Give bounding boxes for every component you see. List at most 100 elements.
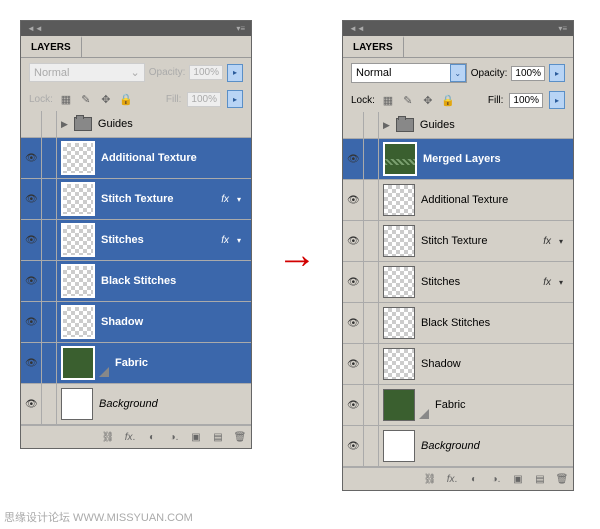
expand-icon[interactable]: ▶ — [61, 119, 68, 130]
fill-flyout[interactable]: ▸ — [227, 90, 243, 108]
layer-thumbnail[interactable] — [383, 389, 415, 421]
lock-transparency-icon[interactable]: ▦ — [381, 93, 395, 107]
layer-name[interactable]: Stitch Texture — [421, 235, 537, 247]
visibility-toggle[interactable] — [343, 180, 364, 220]
delete-layer-icon[interactable]: 🗑 — [555, 472, 569, 486]
layer-row[interactable]: Stitchesfx▾ — [343, 262, 573, 303]
visibility-toggle[interactable] — [21, 302, 42, 342]
layer-name[interactable]: Fabric — [115, 357, 247, 369]
panel-header[interactable]: ◄◄ ▾≡ — [343, 21, 573, 36]
layer-thumbnail[interactable] — [61, 388, 93, 420]
visibility-toggle[interactable] — [343, 344, 364, 384]
visibility-toggle[interactable] — [343, 262, 364, 302]
expand-icon[interactable]: ▶ — [383, 120, 390, 131]
layer-name[interactable]: Shadow — [101, 316, 247, 328]
layer-row[interactable]: Stitch Texturefx▾ — [343, 221, 573, 262]
layer-row[interactable]: Stitch Texturefx▾ — [21, 179, 251, 220]
panel-menu-icon[interactable]: ▾≡ — [236, 24, 245, 33]
opacity-value[interactable]: 100% — [511, 66, 545, 81]
layer-thumbnail[interactable] — [61, 305, 95, 339]
visibility-toggle[interactable] — [343, 221, 364, 261]
guides-group[interactable]: ▶Guides — [21, 111, 251, 138]
layer-thumbnail[interactable] — [383, 225, 415, 257]
new-group-icon[interactable]: ▣ — [189, 430, 203, 444]
layer-name[interactable]: Shadow — [421, 358, 569, 370]
visibility-toggle[interactable] — [21, 179, 42, 219]
layer-row[interactable]: Shadow — [343, 344, 573, 385]
layer-thumbnail[interactable] — [61, 264, 95, 298]
layer-row[interactable]: Additional Texture — [21, 138, 251, 179]
layer-thumbnail[interactable] — [383, 307, 415, 339]
layer-name[interactable]: Stitch Texture — [101, 193, 215, 205]
new-layer-icon[interactable]: ▤ — [211, 430, 225, 444]
visibility-toggle[interactable] — [21, 220, 42, 260]
tab-layers[interactable]: LAYERS — [21, 36, 82, 57]
opacity-flyout[interactable]: ▸ — [227, 64, 243, 82]
layer-name[interactable]: Merged Layers — [423, 153, 569, 165]
fill-flyout[interactable]: ▸ — [549, 91, 565, 109]
lock-pixels-icon[interactable]: ✎ — [79, 92, 93, 106]
layer-thumbnail[interactable] — [61, 182, 95, 216]
layer-row[interactable]: Shadow — [21, 302, 251, 343]
layer-name[interactable]: Stitches — [421, 276, 537, 288]
layer-mask-icon[interactable]: ◐ — [467, 472, 481, 486]
blend-mode-select[interactable]: Normal⌄ — [351, 63, 467, 83]
layer-name[interactable]: Fabric — [435, 399, 569, 411]
lock-transparency-icon[interactable]: ▦ — [59, 92, 73, 106]
panel-menu-icon[interactable]: ▾≡ — [558, 24, 567, 33]
collapse-icon[interactable]: ◄◄ — [27, 24, 43, 33]
lock-all-icon[interactable]: 🔒 — [119, 92, 133, 106]
layer-name[interactable]: Additional Texture — [101, 152, 247, 164]
layer-thumbnail[interactable] — [61, 141, 95, 175]
layer-name[interactable]: Black Stitches — [421, 317, 569, 329]
layer-thumbnail[interactable] — [61, 223, 95, 257]
layer-name[interactable]: Background — [421, 440, 569, 452]
visibility-toggle[interactable] — [21, 343, 42, 383]
fx-expand-icon[interactable]: ▾ — [559, 237, 569, 246]
layer-name[interactable]: Stitches — [101, 234, 215, 246]
layer-row[interactable]: Background — [343, 426, 573, 467]
layer-thumbnail[interactable] — [383, 266, 415, 298]
layer-row[interactable]: Fabric — [343, 385, 573, 426]
new-group-icon[interactable]: ▣ — [511, 472, 525, 486]
visibility-toggle[interactable] — [343, 385, 364, 425]
visibility-toggle[interactable] — [21, 261, 42, 301]
layer-thumbnail[interactable] — [383, 348, 415, 380]
layer-row[interactable]: Background — [21, 384, 251, 425]
lock-pixels-icon[interactable]: ✎ — [401, 93, 415, 107]
layer-row[interactable]: Stitchesfx▾ — [21, 220, 251, 261]
layer-row[interactable]: Black Stitches — [21, 261, 251, 302]
layer-style-icon[interactable]: fx. — [445, 472, 459, 486]
tab-layers[interactable]: LAYERS — [343, 36, 404, 57]
layer-row[interactable]: Fabric — [21, 343, 251, 384]
layer-name[interactable]: Background — [99, 398, 247, 410]
visibility-toggle[interactable] — [343, 426, 364, 466]
layer-row[interactable]: Additional Texture — [343, 180, 573, 221]
lock-position-icon[interactable]: ✥ — [421, 93, 435, 107]
layer-thumbnail[interactable] — [383, 430, 415, 462]
lock-all-icon[interactable]: 🔒 — [441, 93, 455, 107]
visibility-toggle[interactable] — [21, 138, 42, 178]
collapse-icon[interactable]: ◄◄ — [349, 24, 365, 33]
fill-value[interactable]: 100% — [509, 93, 543, 108]
layer-row[interactable]: Black Stitches — [343, 303, 573, 344]
layer-name[interactable]: Additional Texture — [421, 194, 569, 206]
visibility-toggle[interactable] — [21, 384, 42, 424]
adjustment-layer-icon[interactable]: ◑. — [167, 430, 181, 444]
link-layers-icon[interactable]: ⛓ — [423, 472, 437, 486]
visibility-toggle[interactable] — [343, 139, 364, 179]
layer-thumbnail[interactable] — [383, 184, 415, 216]
link-layers-icon[interactable]: ⛓ — [101, 430, 115, 444]
layer-mask-icon[interactable]: ◐ — [145, 430, 159, 444]
layer-name[interactable]: Black Stitches — [101, 275, 247, 287]
new-layer-icon[interactable]: ▤ — [533, 472, 547, 486]
fx-expand-icon[interactable]: ▾ — [237, 236, 247, 245]
layer-thumbnail[interactable] — [61, 346, 95, 380]
layer-row[interactable]: Merged Layers — [343, 139, 573, 180]
layer-style-icon[interactable]: fx. — [123, 430, 137, 444]
fx-expand-icon[interactable]: ▾ — [559, 278, 569, 287]
panel-header[interactable]: ◄◄ ▾≡ — [21, 21, 251, 36]
fx-expand-icon[interactable]: ▾ — [237, 195, 247, 204]
lock-position-icon[interactable]: ✥ — [99, 92, 113, 106]
adjustment-layer-icon[interactable]: ◑. — [489, 472, 503, 486]
